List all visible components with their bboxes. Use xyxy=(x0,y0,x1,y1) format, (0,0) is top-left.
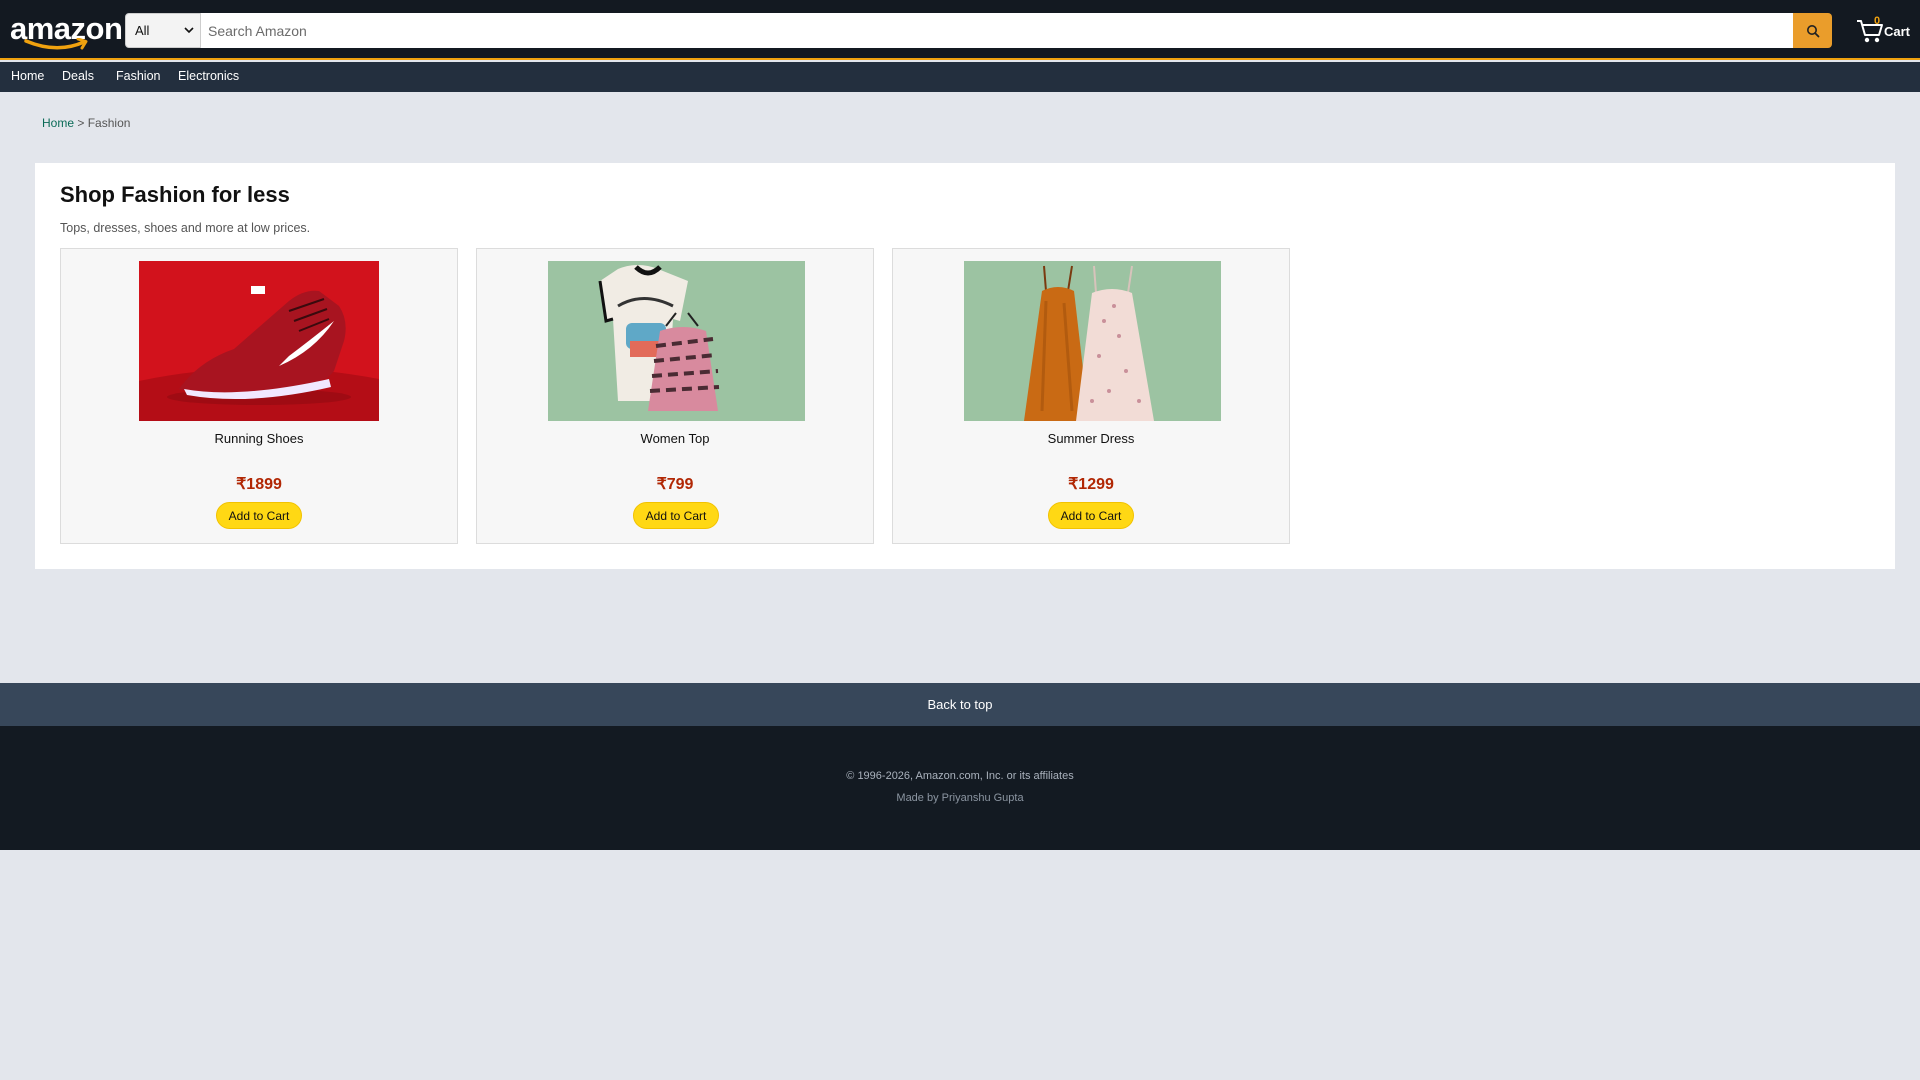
made-by-text: Made by Priyanshu Gupta xyxy=(896,792,1024,804)
search-category-value: All xyxy=(135,23,150,38)
page-title: Shop Fashion for less xyxy=(60,182,290,207)
breadcrumb: Home > Fashion xyxy=(42,116,130,130)
product-price: ₹1299 xyxy=(1068,476,1114,493)
product-price: ₹1899 xyxy=(236,476,282,493)
summer-dress-image[interactable] xyxy=(964,261,1221,421)
main-panel: Shop Fashion for less Tops, dresses, sho… xyxy=(35,163,1895,569)
nav-item-deals[interactable]: Deals xyxy=(62,69,94,83)
product-card: Summer Dress ₹1299 Add to Cart xyxy=(892,248,1290,544)
footer: © 1996-2026, Amazon.com, Inc. or its aff… xyxy=(0,726,1920,850)
product-card: Running Shoes ₹1899 Add to Cart xyxy=(60,248,458,544)
add-to-cart-button[interactable]: Add to Cart xyxy=(1048,502,1134,529)
running-shoes-image[interactable] xyxy=(139,261,379,421)
cart-label: Cart xyxy=(1884,24,1911,39)
search-button[interactable] xyxy=(1793,13,1832,48)
nav-item-home[interactable]: Home xyxy=(11,69,44,83)
chevron-down-icon xyxy=(184,27,194,34)
product-name[interactable]: Running Shoes xyxy=(61,431,457,446)
page-subtitle: Tops, dresses, shoes and more at low pri… xyxy=(60,221,311,235)
copyright-text: © 1996-2026, Amazon.com, Inc. or its aff… xyxy=(846,770,1074,782)
search-input[interactable] xyxy=(201,13,1793,48)
amazon-logo[interactable]: amazon xyxy=(10,13,123,54)
search-category-select[interactable]: All xyxy=(125,13,201,48)
product-name[interactable]: Women Top xyxy=(477,431,873,446)
top-header: amazon All 0 Cart xyxy=(0,0,1920,60)
breadcrumb-current: Fashion xyxy=(87,116,131,130)
nav-bar: Home Deals Fashion Electronics xyxy=(0,62,1920,92)
nav-item-electronics[interactable]: Electronics xyxy=(178,69,239,83)
product-price: ₹799 xyxy=(656,476,694,493)
product-card: Women Top ₹799 Add to Cart xyxy=(476,248,874,544)
cart-button[interactable]: 0 Cart xyxy=(1856,15,1916,46)
nav-item-fashion[interactable]: Fashion xyxy=(116,69,160,83)
back-to-top-button[interactable]: Back to top xyxy=(0,683,1920,726)
breadcrumb-home-link[interactable]: Home xyxy=(42,116,74,130)
product-name[interactable]: Summer Dress xyxy=(893,431,1289,446)
women-top-image[interactable] xyxy=(548,261,805,421)
add-to-cart-button[interactable]: Add to Cart xyxy=(216,502,302,529)
search-icon xyxy=(1806,24,1819,37)
cart-count: 0 xyxy=(1874,15,1881,27)
search-bar: All xyxy=(125,13,1832,48)
smile-arrow-icon xyxy=(24,38,88,50)
breadcrumb-separator: > xyxy=(77,116,85,130)
add-to-cart-button[interactable]: Add to Cart xyxy=(633,502,719,529)
